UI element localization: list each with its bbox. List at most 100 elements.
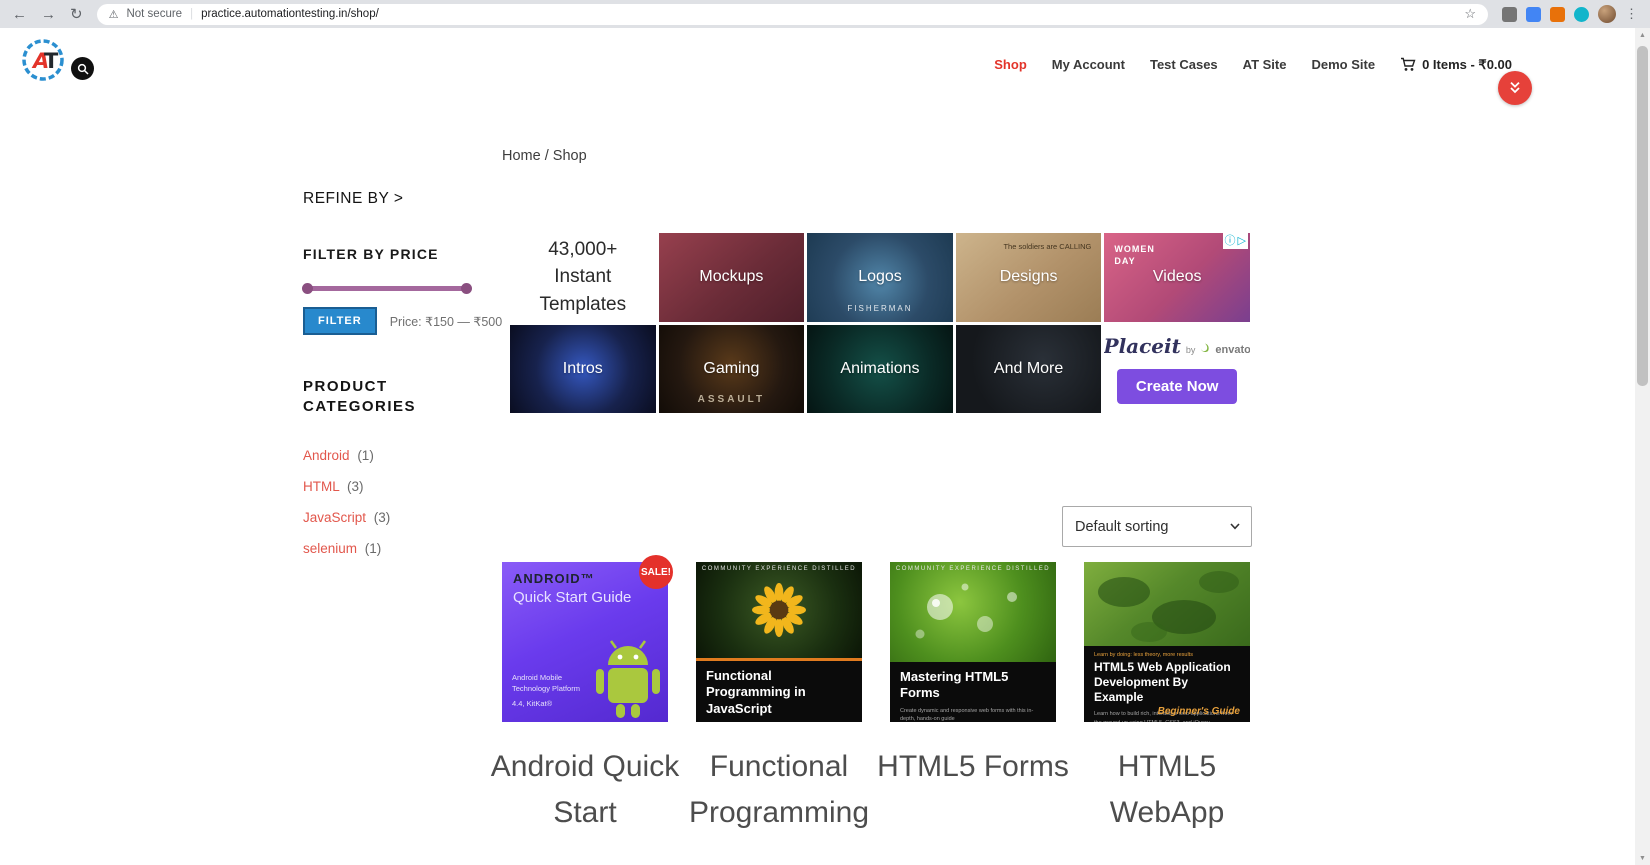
cart-icon — [1400, 57, 1416, 72]
product-image[interactable]: Learn by doing: less theory, more result… — [1084, 562, 1250, 722]
product-title[interactable]: HTML5 WebApp — [1062, 744, 1272, 836]
product-image[interactable]: Community Experience Distilled Mastering… — [890, 562, 1056, 722]
warning-icon: ⚠ — [109, 8, 119, 21]
category-count: (3) — [374, 510, 391, 525]
ad-tile-label: Designs — [1000, 268, 1058, 286]
chevron-down-icon — [1230, 523, 1240, 530]
ad-tile-and-more[interactable]: And More — [956, 325, 1102, 414]
nav-item-shop[interactable]: Shop — [994, 57, 1027, 72]
product-card-html5-webapp: Learn by doing: less theory, more result… — [1084, 562, 1250, 836]
address-divider: | — [190, 8, 193, 20]
page-scrollbar: ▲ ▼ — [1635, 28, 1650, 865]
browser-menu-icon[interactable]: ⋮ — [1625, 6, 1638, 22]
cover-photo-sunflower: Community Experience Distilled — [696, 562, 862, 658]
cover-footer: Beginner's Guide — [1158, 706, 1240, 717]
product-grid: SALE! ANDROID™ Quick Start Guide Android… — [502, 562, 1250, 836]
ad-tile-intros[interactable]: Intros — [510, 325, 656, 414]
ad-tile-animations[interactable]: Animations — [807, 325, 953, 414]
category-count: (3) — [347, 479, 364, 494]
breadcrumb: Home / Shop — [502, 148, 587, 164]
site-header: A T Shop My Account Test Cases AT Site D… — [0, 28, 1635, 101]
sorting-selected-value: Default sorting — [1075, 519, 1169, 535]
price-slider-max-handle[interactable] — [461, 283, 472, 294]
ad-info-icon[interactable]: ⓘ — [1225, 232, 1236, 248]
nav-item-test-cases[interactable]: Test Cases — [1150, 57, 1218, 72]
ad-tile-gaming[interactable]: Gaming ASSAULT — [659, 325, 805, 414]
envato-wordmark: envato — [1215, 344, 1250, 356]
cover-title: HTML5 Web Application Development By Exa… — [1084, 660, 1250, 708]
sorting-select[interactable]: Default sorting — [1062, 506, 1252, 547]
category-item-javascript: JavaScript (3) — [303, 502, 483, 533]
ad-tile-logos[interactable]: Logos FISHERMAN — [807, 233, 953, 322]
nav-item-demo-site[interactable]: Demo Site — [1311, 57, 1375, 72]
extensions-row: ⋮ — [1502, 5, 1638, 23]
back-icon[interactable]: ← — [12, 7, 27, 22]
ad-headline[interactable]: 43,000+ Instant Templates — [510, 233, 656, 322]
category-item-html: HTML (3) — [303, 471, 483, 502]
bookmark-star-icon[interactable]: ☆ — [1464, 6, 1476, 22]
extension-icon[interactable] — [1550, 7, 1565, 22]
lily-pads-icon — [1084, 562, 1250, 646]
product-image[interactable]: ANDROID™ Quick Start Guide Android Mobil… — [502, 562, 668, 722]
scroll-up-arrow[interactable]: ▲ — [1635, 28, 1650, 42]
product-title[interactable]: Android Quick Start — [480, 744, 690, 836]
android-robot-icon — [592, 638, 664, 720]
sale-badge: SALE! — [639, 555, 673, 589]
double-chevron-down-icon — [1507, 80, 1523, 96]
scroll-toggle-button[interactable] — [1498, 71, 1532, 105]
nav-item-my-account[interactable]: My Account — [1052, 57, 1125, 72]
breadcrumb-separator: / — [541, 148, 553, 164]
category-link-android[interactable]: Android — [303, 448, 350, 463]
product-card-functional-programming: Community Experience Distilled — [696, 562, 862, 836]
cover-title: Mastering HTML5 Forms — [890, 662, 1056, 705]
breadcrumb-current: Shop — [553, 148, 587, 164]
product-image[interactable]: Community Experience Distilled — [696, 562, 862, 722]
cover-blurb: Unlock the powers of functional programm… — [696, 720, 862, 722]
profile-avatar[interactable] — [1598, 5, 1616, 23]
refine-by-toggle[interactable]: REFINE BY > — [303, 190, 483, 208]
ad-choices-badges[interactable]: ⓘ ▷ — [1223, 231, 1248, 249]
cover-tagline: Learn by doing: less theory, more result… — [1084, 646, 1250, 660]
create-now-button[interactable]: Create Now — [1117, 369, 1238, 404]
ad-banner: 43,000+ Instant Templates Mockups Logos … — [510, 233, 1250, 413]
site-logo[interactable]: A T — [20, 37, 66, 83]
cover-subtitle: Android Mobile Technology Platform — [512, 672, 596, 695]
nav-item-at-site[interactable]: AT Site — [1243, 57, 1287, 72]
category-count: (1) — [365, 541, 382, 556]
cover-photo-dew-grass: Community Experience Distilled — [890, 562, 1056, 662]
category-link-html[interactable]: HTML — [303, 479, 339, 494]
forward-icon[interactable]: → — [41, 7, 56, 22]
translate-icon[interactable] — [1526, 7, 1541, 22]
ad-tile-label: Videos — [1153, 268, 1202, 286]
category-link-javascript[interactable]: JavaScript — [303, 510, 366, 525]
ad-decor-text: The soldiers are CALLING — [956, 242, 1102, 252]
product-title[interactable]: Functional Programming — [674, 744, 884, 836]
filter-row: FILTER Price: ₹150 — ₹500 — [303, 307, 513, 335]
shop-sidebar: REFINE BY > FILTER BY PRICE FILTER Price… — [303, 190, 483, 564]
ad-tile-designs[interactable]: Designs The soldiers are CALLING — [956, 233, 1102, 322]
extension-icon[interactable] — [1574, 7, 1589, 22]
envato-leaf-icon — [1200, 343, 1210, 353]
breadcrumb-home-link[interactable]: Home — [502, 148, 541, 164]
ad-tile-label: Intros — [563, 360, 603, 378]
filter-button[interactable]: FILTER — [303, 307, 377, 335]
category-link-selenium[interactable]: selenium — [303, 541, 357, 556]
scroll-down-arrow[interactable]: ▼ — [1635, 851, 1650, 865]
ad-tile-label: Logos — [858, 268, 902, 286]
scrollbar-thumb[interactable] — [1637, 46, 1648, 386]
search-button[interactable] — [71, 57, 94, 80]
ad-brand-tile[interactable]: Placeit by envato Create Now — [1104, 325, 1250, 414]
reload-icon[interactable]: ↻ — [70, 7, 83, 22]
ad-tile-mockups[interactable]: Mockups — [659, 233, 805, 322]
cover-blurb: Create dynamic and responsive web forms … — [890, 705, 1056, 723]
ad-choices-icon[interactable]: ▷ — [1238, 234, 1246, 247]
extension-icon[interactable] — [1502, 7, 1517, 22]
cover-title: Functional Programming in JavaScript — [696, 658, 862, 720]
product-title[interactable]: HTML5 Forms — [868, 744, 1078, 790]
placeit-logo: Placeit by envato — [1104, 334, 1250, 358]
category-count: (1) — [357, 448, 374, 463]
address-bar[interactable]: ⚠ Not secure | practice.automationtestin… — [97, 4, 1488, 25]
category-list: Android (1) HTML (3) JavaScript (3) sele… — [303, 440, 483, 564]
price-slider-min-handle[interactable] — [302, 283, 313, 294]
cart-link[interactable]: 0 Items - ₹0.00 — [1400, 57, 1512, 73]
